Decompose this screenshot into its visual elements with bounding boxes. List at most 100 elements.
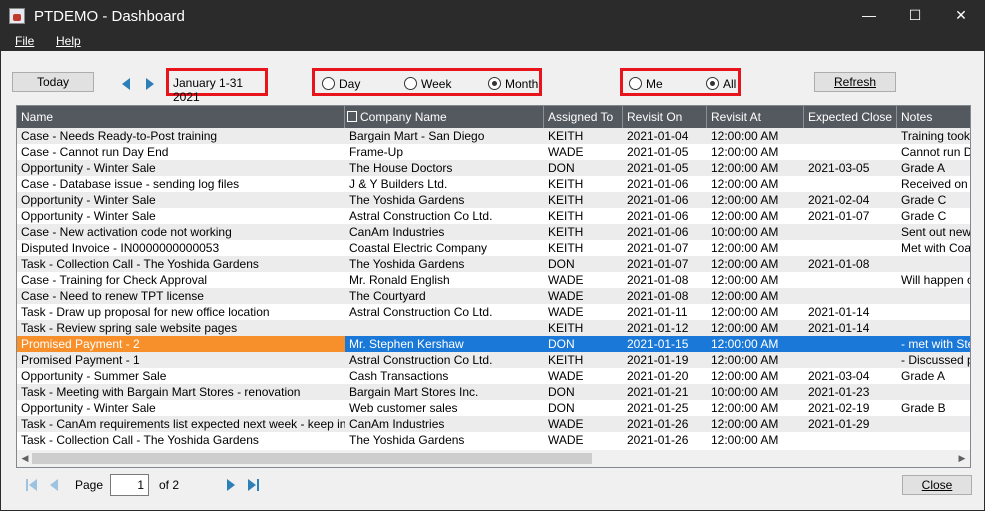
refresh-button[interactable]: Refresh [814, 72, 896, 92]
table-row[interactable]: Case - Training for Check Approval Mr. Ro… [17, 272, 970, 288]
page-number-input[interactable]: 1 [110, 474, 149, 496]
last-page-icon[interactable] [247, 479, 259, 491]
header-col-assigned[interactable]: Assigned To [544, 106, 623, 128]
cell-expected-close [804, 176, 897, 192]
table-row[interactable]: Opportunity - Winter Sale The House Docto… [17, 160, 970, 176]
table-row[interactable]: Task - Collection Call - The Yoshida Gar… [17, 256, 970, 272]
cell-assigned: KEITH [548, 241, 584, 255]
header-col-expected-close[interactable]: Expected Close [804, 106, 897, 128]
header-col-revisit-at[interactable]: Revisit At [707, 106, 804, 128]
table-row[interactable]: Case - Cannot run Day End Frame-Up WADE 202… [17, 144, 970, 160]
table-row[interactable]: Case - Database issue - sending log file… [17, 176, 970, 192]
next-period-icon[interactable] [145, 78, 155, 90]
radio-month[interactable]: Month [488, 76, 538, 92]
cell-revisit-on: 2021-01-20 [627, 369, 689, 383]
table-row[interactable]: Task - Meeting with Bargain Mart Stores … [17, 384, 970, 400]
table-row[interactable]: Promised Payment - 1 Astral Construction … [17, 352, 970, 368]
cell-company: Astral Construction Co Ltd. [349, 353, 493, 367]
cell-company: Cash Transactions [349, 369, 449, 383]
menu-help[interactable]: Help [56, 34, 81, 48]
scroll-right-icon[interactable]: ▶ [956, 452, 968, 464]
cell-name: Case - Need to renew TPT license [21, 289, 204, 303]
header-col-revisit-on[interactable]: Revisit On [623, 106, 707, 128]
cell-expected-close: 2021-03-04 [808, 369, 870, 383]
table-row[interactable]: Opportunity - Winter Sale The Yoshida Gar… [17, 192, 970, 208]
cell-name: Case - Database issue - sending log file… [21, 177, 240, 191]
cell-expected-close [804, 336, 897, 352]
radio-all[interactable]: All [706, 76, 736, 92]
radio-week-label: Week [421, 77, 452, 91]
cell-name: Task - Meeting with Bargain Mart Stores … [21, 385, 301, 399]
cell-company: Astral Construction Co Ltd. [349, 209, 493, 223]
cell-revisit-on: 2021-01-08 [627, 289, 689, 303]
close-button[interactable]: Close [902, 475, 972, 495]
radio-week[interactable]: Week [404, 76, 451, 92]
header-col-notes[interactable]: Notes [897, 106, 970, 128]
cell-revisit-on: 2021-01-05 [627, 161, 689, 175]
cell-revisit-on: 2021-01-15 [627, 337, 689, 351]
cell-notes [897, 416, 970, 432]
table-row[interactable]: Opportunity - Winter Sale Astral Construc… [17, 208, 970, 224]
lookup-icon [347, 111, 357, 122]
cell-revisit-at: 12:00:00 AM [711, 177, 779, 191]
today-button[interactable]: Today [12, 72, 94, 92]
table-row[interactable]: Opportunity - Summer Sale Cash Transactio… [17, 368, 970, 384]
cell-name: Task - CanAm requirements list expected … [21, 417, 345, 431]
previous-period-icon[interactable] [121, 78, 131, 90]
cell-name: Case - Cannot run Day End [21, 145, 169, 159]
table-row[interactable]: Task - Draw up proposal for new office l… [17, 304, 970, 320]
radio-me[interactable]: Me [629, 76, 663, 92]
cell-notes [897, 288, 970, 304]
scroll-left-icon[interactable]: ◀ [19, 452, 31, 464]
minimize-button[interactable]: — [846, 1, 892, 31]
table-row[interactable]: Case - Need to renew TPT license The Cour… [17, 288, 970, 304]
cell-assigned: WADE [548, 289, 584, 303]
cell-notes [897, 304, 970, 320]
cell-company: Bargain Mart Stores Inc. [349, 385, 479, 399]
radio-day[interactable]: Day [322, 76, 360, 92]
radio-month-label: Month [505, 77, 539, 91]
table-row[interactable]: Task - Review spring sale website pages K… [17, 320, 970, 336]
cell-revisit-at: 12:00:00 AM [711, 129, 779, 143]
cell-assigned: KEITH [548, 193, 584, 207]
horizontal-scrollbar[interactable]: ◀ ▶ [17, 450, 970, 467]
cell-name: Opportunity - Winter Sale [21, 161, 156, 175]
radio-day-label: Day [339, 77, 361, 91]
cell-name: Case - Training for Check Approval [21, 273, 208, 287]
header-col-name[interactable]: Name [17, 106, 345, 128]
table-row[interactable]: Disputed Invoice - IN0000000000053 Coasta… [17, 240, 970, 256]
menu-file[interactable]: File [15, 34, 34, 48]
cell-revisit-at: 12:00:00 AM [711, 305, 779, 319]
cell-name: Opportunity - Summer Sale [21, 369, 167, 383]
cell-revisit-at: 10:00:00 AM [711, 385, 779, 399]
cell-expected-close [804, 288, 897, 304]
table-row[interactable]: Promised Payment - 2 Mr. Stephen Kershaw D… [17, 336, 970, 352]
maximize-button[interactable]: ☐ [892, 1, 938, 31]
table-row[interactable]: Task - CanAm requirements list expected … [17, 416, 970, 432]
header-col-company[interactable]: Company Name [345, 106, 544, 128]
cell-notes: Received on Ja [901, 177, 970, 191]
radio-month-indicator [488, 77, 501, 90]
cell-revisit-at: 12:00:00 AM [711, 337, 779, 351]
first-page-icon[interactable] [26, 479, 38, 491]
cell-notes: Grade A [901, 161, 946, 175]
cell-revisit-on: 2021-01-26 [627, 417, 689, 431]
cell-assigned: KEITH [548, 353, 584, 367]
cell-revisit-at: 10:00:00 AM [711, 225, 779, 239]
cell-company [345, 320, 544, 336]
table-row[interactable]: Opportunity - Winter Sale Web customer sa… [17, 400, 970, 416]
table-row[interactable]: Task - Collection Call - The Yoshida Gar… [17, 432, 970, 448]
cell-notes: Grade B [901, 401, 946, 415]
scroll-thumb[interactable] [32, 453, 592, 464]
next-page-icon[interactable] [226, 479, 236, 491]
cell-company: The Yoshida Gardens [349, 433, 465, 447]
cell-revisit-on: 2021-01-06 [627, 177, 689, 191]
previous-page-icon[interactable] [49, 479, 59, 491]
cell-expected-close: 2021-01-08 [808, 257, 870, 271]
cell-revisit-at: 12:00:00 AM [711, 401, 779, 415]
close-window-button[interactable]: ✕ [938, 1, 984, 31]
table-row[interactable]: Case - Needs Ready-to-Post training Barga… [17, 128, 970, 144]
cell-expected-close [804, 144, 897, 160]
cell-revisit-at: 12:00:00 AM [711, 273, 779, 287]
table-row[interactable]: Case - New activation code not working Ca… [17, 224, 970, 240]
